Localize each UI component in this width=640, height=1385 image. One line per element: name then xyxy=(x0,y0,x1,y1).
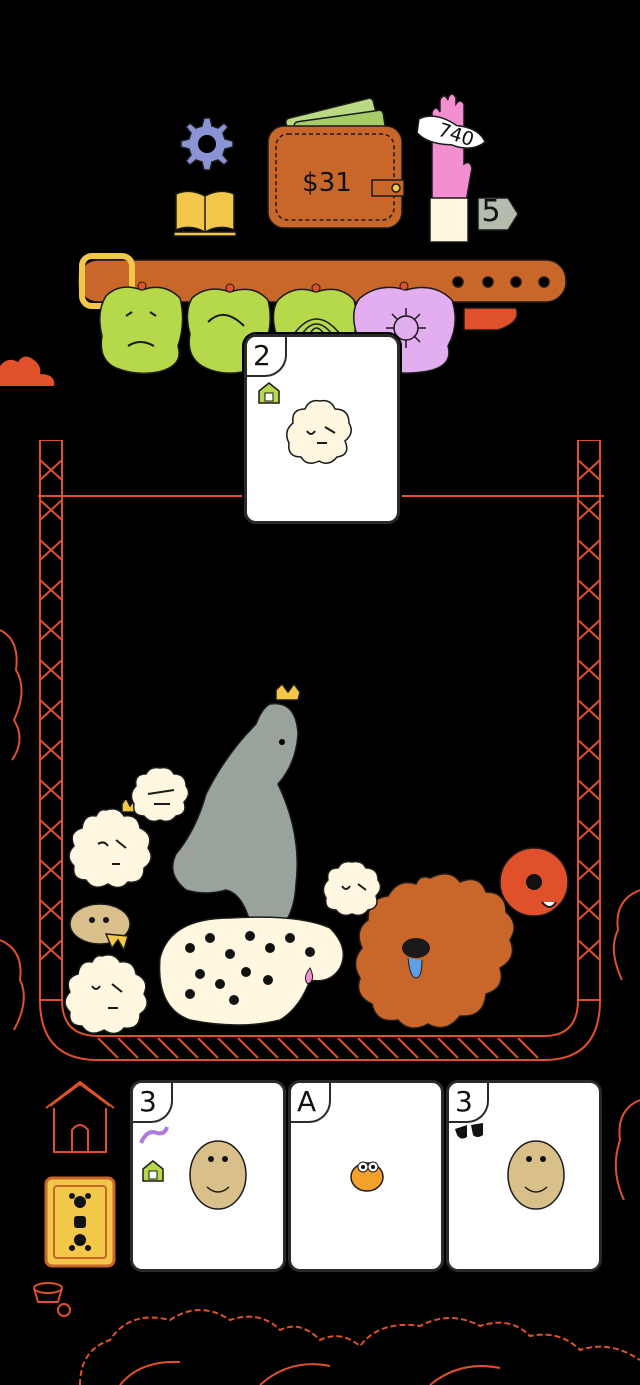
orange-fish-card-art xyxy=(350,1161,384,1192)
white-fluffy-dog-small[interactable] xyxy=(130,764,190,824)
hand-card-1[interactable]: 3 xyxy=(130,1080,286,1272)
doghouse-icon xyxy=(258,382,280,404)
money-label: $31 xyxy=(302,168,352,198)
hand-card-2-rank: A xyxy=(291,1083,331,1123)
wallet-money: $31 xyxy=(262,96,412,236)
settings-button[interactable] xyxy=(172,112,238,178)
right-bush-decoration xyxy=(612,889,640,1201)
doghouse-button[interactable] xyxy=(42,1078,118,1156)
sunglasses-icon xyxy=(455,1123,483,1139)
hand-card-2[interactable]: A xyxy=(288,1080,444,1272)
orange-ball-creature[interactable] xyxy=(494,842,574,922)
hands-remaining-label: 5 xyxy=(481,194,501,229)
doghouse-icon xyxy=(142,1160,164,1182)
white-fluffy-dog-card-art xyxy=(286,399,352,464)
charm-green-face[interactable] xyxy=(96,276,186,376)
hand-card-3-rank: 3 xyxy=(449,1083,489,1123)
pug-card-art xyxy=(507,1140,565,1210)
draw-deck[interactable] xyxy=(44,1176,116,1268)
book-icon xyxy=(173,190,237,237)
rules-book-button[interactable] xyxy=(172,186,238,238)
hand-card-3[interactable]: 3 xyxy=(446,1080,602,1272)
dalmatian-dog[interactable] xyxy=(150,908,350,1028)
cloud-decoration xyxy=(0,356,55,386)
hand-icon xyxy=(416,93,519,243)
hand-card-1-rank: 3 xyxy=(133,1083,173,1123)
white-fluffy-dog-bottom[interactable] xyxy=(62,946,152,1036)
worm-icon xyxy=(139,1126,169,1144)
wallet-icon xyxy=(267,97,405,229)
gear-icon xyxy=(180,117,234,171)
white-fluffy-dog-middle[interactable] xyxy=(322,858,382,918)
active-card-rank: 2 xyxy=(247,337,287,377)
score-hand: 740 5 xyxy=(410,90,530,250)
active-card[interactable]: 2 xyxy=(244,334,400,524)
bottom-bushes-decoration xyxy=(79,1309,640,1385)
pug-card-art xyxy=(189,1140,247,1210)
left-bush-decoration xyxy=(0,629,25,1031)
